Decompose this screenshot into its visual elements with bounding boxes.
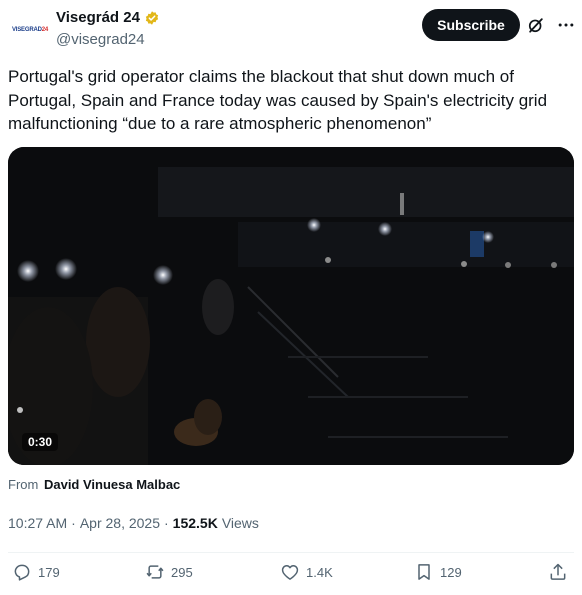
share-button[interactable]: [548, 562, 568, 582]
like-count: 1.4K: [306, 564, 333, 580]
reply-button[interactable]: 179: [12, 562, 60, 582]
grok-icon[interactable]: [526, 15, 546, 35]
source-author-link[interactable]: David Vinuesa Malbac: [44, 477, 180, 492]
avatar[interactable]: VISEGRAD24: [8, 8, 52, 52]
repost-icon: [146, 565, 164, 579]
bookmark-button[interactable]: 129: [414, 562, 462, 582]
reply-icon: [14, 564, 30, 581]
share-icon: [550, 563, 566, 580]
divider: [8, 552, 574, 553]
author-name-row: Visegrád 24: [56, 9, 160, 26]
repost-count: 295: [171, 564, 193, 580]
tweet-date[interactable]: Apr 28, 2025: [80, 515, 160, 531]
subscribe-button[interactable]: Subscribe: [422, 9, 520, 41]
tweet-time[interactable]: 10:27 AM: [8, 515, 67, 531]
tweet-text: Portugal's grid operator claims the blac…: [8, 67, 548, 133]
author-display-name[interactable]: Visegrád 24: [56, 9, 140, 26]
views-count: 152.5K: [172, 515, 218, 531]
like-button[interactable]: 1.4K: [280, 562, 333, 582]
meta-separator: ·: [164, 515, 169, 531]
video-frame: [8, 147, 574, 465]
reply-count: 179: [38, 564, 60, 580]
more-icon[interactable]: [556, 15, 576, 35]
bookmark-icon: [418, 564, 430, 580]
video-player[interactable]: 0:30: [8, 147, 574, 465]
views-label: Views: [221, 515, 259, 531]
repost-button[interactable]: 295: [145, 562, 193, 582]
avatar-logo: VISEGRAD24: [11, 27, 49, 33]
media-source: From David Vinuesa Malbac: [8, 477, 180, 492]
source-prefix: From: [8, 477, 39, 492]
heart-icon: [281, 565, 299, 580]
meta-separator: ·: [71, 515, 76, 531]
tweet-meta: 10:27 AM · Apr 28, 2025 · 152.5K Views: [8, 515, 259, 531]
author-handle[interactable]: @visegrad24: [56, 31, 145, 48]
video-duration: 0:30: [22, 433, 59, 451]
action-bar: 179 295 1.4K 129: [0, 562, 582, 590]
bookmark-count: 129: [440, 564, 462, 580]
verified-badge-icon: [145, 10, 159, 25]
